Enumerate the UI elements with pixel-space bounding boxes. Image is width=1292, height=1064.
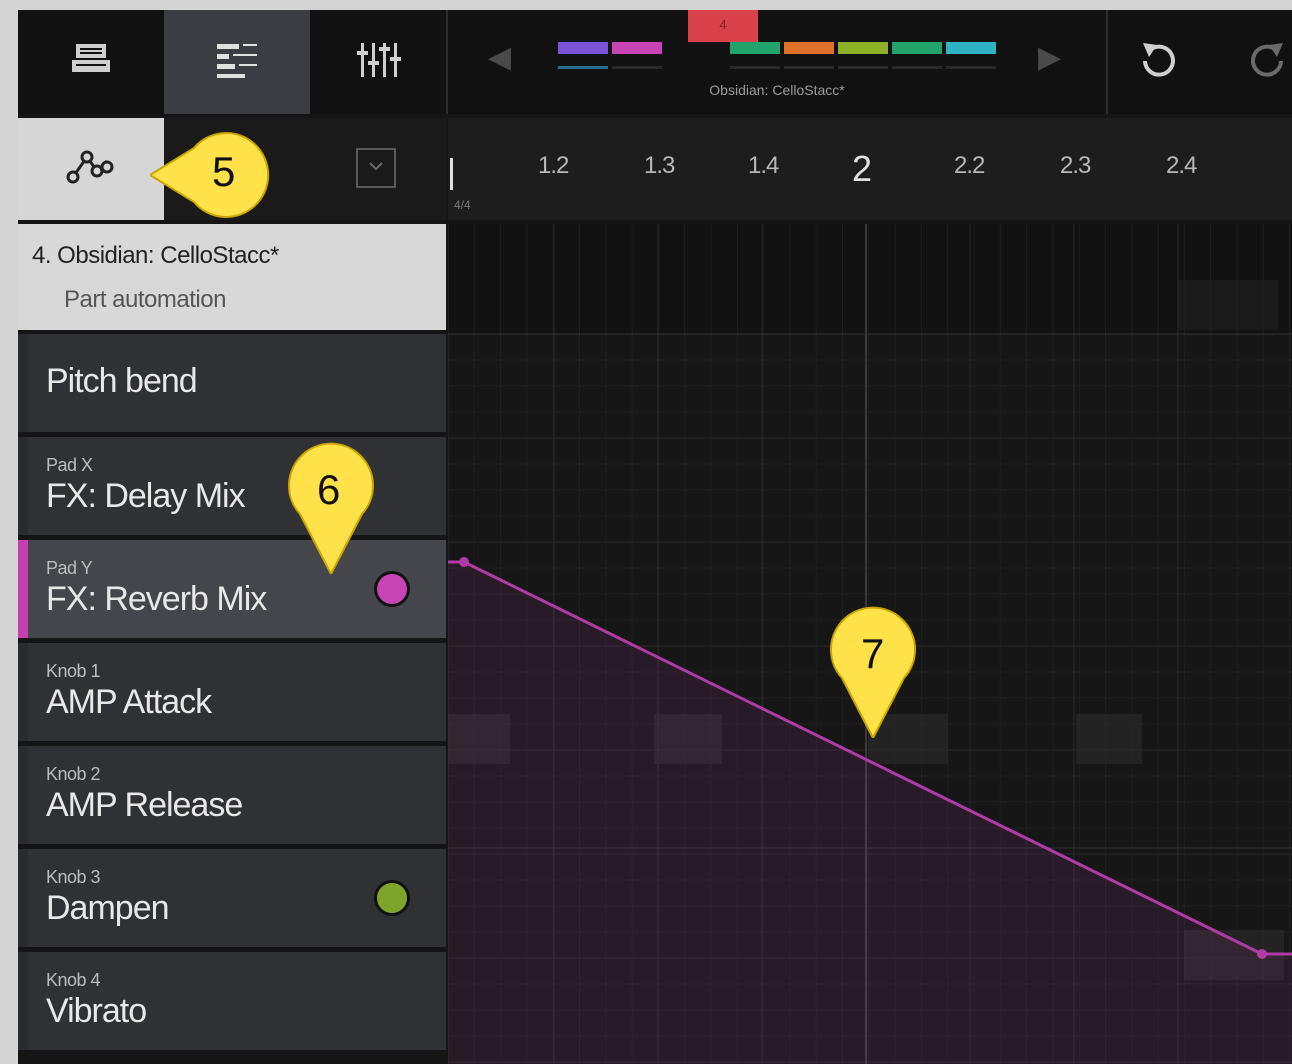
callout-6-label: 6 [317,466,341,513]
automation-parameter-item[interactable]: Knob 2 AMP Release [18,746,446,844]
track-segment-underline [892,66,942,69]
automation-parameter-item[interactable]: Pitch bend [18,334,446,432]
parameter-control-label: Knob 1 [46,661,101,681]
arranger-icon [213,40,261,85]
parameter-stripe [18,952,28,1050]
track-segment-underline [730,66,780,69]
ruler-tick-label: 2 [852,148,872,189]
ruler-tick-label: 2.3 [1060,152,1091,179]
automation-parameter-item[interactable]: Pad Y FX: Reverb Mix [18,540,446,638]
automation-icon [63,143,119,196]
lane-dropdown-button[interactable] [356,148,396,188]
parameter-stripe [18,643,28,741]
toolbar-divider [1106,10,1108,114]
redo-icon [1243,35,1292,90]
callout-5-label: 5 [212,148,236,195]
parameter-stripe [18,540,28,638]
callout-7: 7 [828,604,918,738]
automation-parameter-item[interactable]: Pad X FX: Delay Mix [18,437,446,535]
parameter-name: Vibrato [46,992,147,1030]
track-segment-underline [838,66,888,69]
track-segment-underline [946,66,996,69]
parameter-name: Pitch bend [46,362,198,400]
track-segment[interactable] [892,42,942,54]
parameter-control-label: Pad Y [46,558,93,578]
undo-button[interactable] [1118,10,1198,114]
automation-point[interactable] [1257,949,1267,959]
parameter-name: AMP Release [46,786,243,824]
ruler-tick-label: 1.3 [644,152,675,179]
ruler-tick-label: 1.2 [538,152,569,179]
track-segment[interactable] [730,42,780,54]
parameter-control-label: Knob 3 [46,867,101,887]
parameter-name: Dampen [46,889,170,927]
automation-indicator-dot [374,571,410,607]
undo-icon [1133,35,1183,90]
automation-button[interactable] [18,118,164,220]
ghost-note [1076,714,1142,764]
track-segment[interactable] [612,42,662,54]
track-segment[interactable] [838,42,888,54]
track-header: 4. Obsidian: CelloStacc* Part automation [18,224,446,330]
track-segment-underline [612,66,662,69]
track-navigator: ◀ ▶ 4 Obsidian: CelloStacc* [448,10,1106,114]
parts-view-button[interactable] [18,10,164,114]
selected-track-number: 4 [719,17,727,32]
parts-icon [68,40,114,85]
ruler-tick-label: 1.4 [748,152,779,179]
automation-parameter-item[interactable]: Knob 3 Dampen [18,849,446,947]
parameter-name: FX: Reverb Mix [46,580,267,618]
track-segment[interactable] [558,42,608,54]
redo-button[interactable] [1228,10,1292,114]
track-title: 4. Obsidian: CelloStacc* [32,242,279,269]
arranger-view-button[interactable] [164,10,310,114]
timeline-ruler[interactable]: 4/4 1.2 1.3 1.4 2 2.2 2.3 2.4 [448,118,1292,220]
automation-parameter-item[interactable]: Knob 1 AMP Attack [18,643,446,741]
parameter-control-label: Knob 2 [46,764,101,784]
ruler-tick-label: 2.2 [954,152,985,179]
automation-point[interactable] [459,557,469,567]
prev-track-icon[interactable]: ◀ [488,40,511,75]
parameter-stripe [18,334,28,432]
top-toolbar: ◀ ▶ 4 Obsidian: CelloStacc* [18,10,1292,114]
track-subtitle: Part automation [64,286,226,313]
time-signature: 4/4 [454,198,471,212]
automation-parameter-item[interactable]: Knob 4 Vibrato [18,952,446,1050]
mixer-view-button[interactable] [310,10,446,114]
ruler-tick-label: 2.4 [1166,152,1197,179]
selected-track-segment[interactable]: 4 [688,10,758,42]
track-segment[interactable] [784,42,834,54]
parameter-name: FX: Delay Mix [46,477,246,515]
parameter-stripe [18,849,28,947]
callout-5: 5 [150,128,282,218]
parameter-control-label: Knob 4 [46,970,101,990]
current-track-name: Obsidian: CelloStacc* [709,82,845,98]
automation-indicator-dot [374,880,410,916]
bar-1-marker [450,158,453,190]
track-segment-underline [784,66,834,69]
parameter-control-label: Pad X [46,455,93,475]
track-segment[interactable] [946,42,996,54]
callout-6: 6 [286,440,376,574]
parameter-stripe [18,437,28,535]
parameter-stripe [18,746,28,844]
track-segment-underline [558,66,608,69]
callout-7-label: 7 [861,630,885,677]
next-track-icon[interactable]: ▶ [1038,40,1061,75]
track-part-area [448,224,1292,334]
mixer-icon [355,39,401,86]
chevron-down-icon [366,159,386,178]
parameter-name: AMP Attack [46,683,212,721]
